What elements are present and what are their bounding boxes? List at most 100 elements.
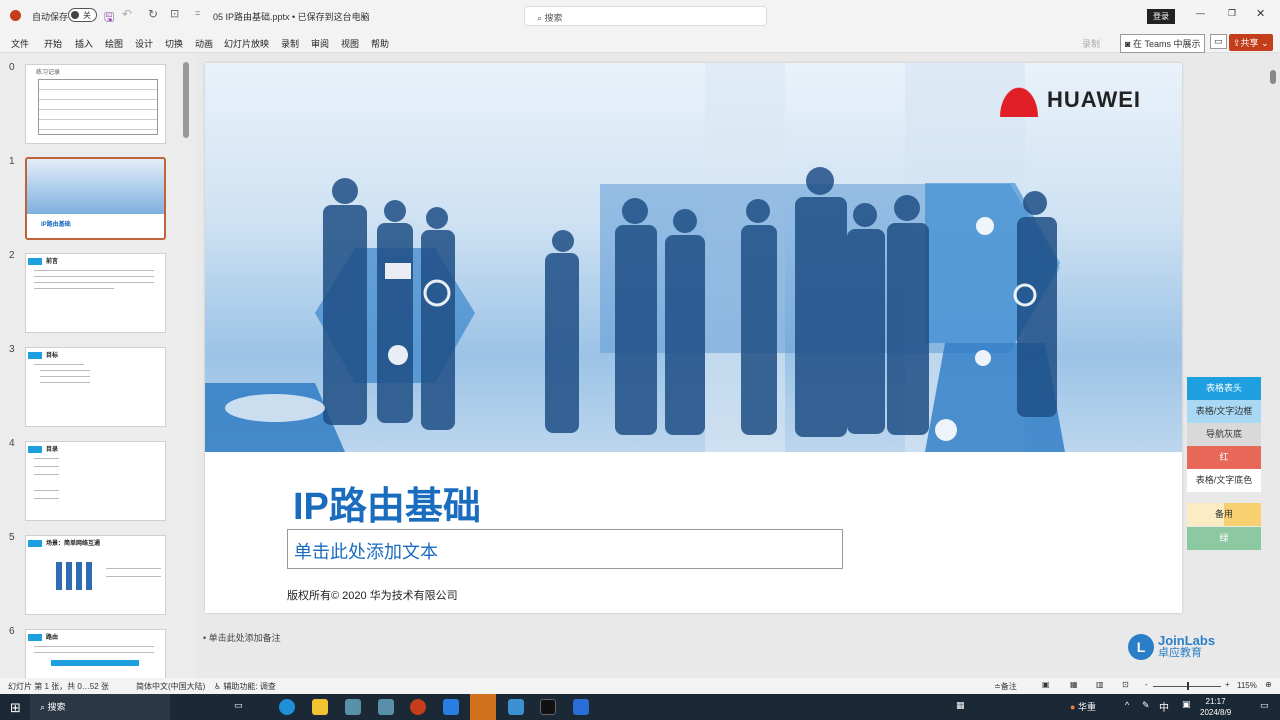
subtitle-placeholder[interactable]: 单击此处添加文本 [287, 529, 843, 569]
watermark-cn: 卓应教育 [1158, 647, 1202, 659]
file-name[interactable]: 05 IP路由基础.pptx • 已保存到这台电脑 [213, 10, 370, 23]
app-icon[interactable] [508, 699, 524, 715]
edge-icon[interactable] [279, 699, 295, 715]
slide-thumbnail-1-selected[interactable]: IP路由基础 [25, 157, 166, 240]
windows-start-icon[interactable]: ⊞ [10, 700, 21, 716]
slide-canvas[interactable]: HUAWEI IP路由基础 单击此处添加文本 版权所有© 2020 华为技术有限… [205, 63, 1182, 613]
close-button[interactable]: ✕ [1256, 7, 1265, 20]
search-placeholder: 搜索 [544, 13, 563, 23]
teams-icon: ◙ [1125, 39, 1131, 49]
share-button[interactable]: ⇪共享 ⌄ [1229, 34, 1273, 51]
slide-thumbnail-3[interactable]: 目标 [25, 347, 166, 427]
tab-insert[interactable]: 插入 [75, 37, 93, 50]
slideshow-view-icon[interactable]: ⊡ [1122, 680, 1129, 689]
tab-review[interactable]: 审阅 [311, 37, 329, 50]
taskbar: ⊞ ⌕ 搜索 ▭ ▦ ● 华重 ^ ✎ 中 ▣ 21:17 2024/8/9 ▭ [0, 694, 1280, 720]
app-icon[interactable] [345, 699, 361, 715]
slide-scrollbar[interactable] [1270, 70, 1276, 84]
search-input[interactable]: ⌕ 搜索 [524, 6, 767, 26]
signin-button[interactable]: 登录 [1147, 9, 1175, 24]
slide-thumbnail-5[interactable]: 场景：简单网络互通 [25, 535, 166, 615]
tray-chevron-icon[interactable]: ^ [1125, 700, 1129, 710]
thumb-title: 目标 [46, 353, 59, 359]
thumb-title: IP路由基础 [41, 222, 71, 228]
tab-view[interactable]: 视图 [341, 37, 359, 50]
zoom-level[interactable]: 115% [1237, 681, 1257, 690]
zoom-slider[interactable]: - + [1145, 680, 1231, 691]
slide-thumbnail-4[interactable]: 目录 [25, 441, 166, 521]
notes-placeholder: 单击此处添加备注 [208, 633, 281, 643]
language-status[interactable]: 简体中文(中国大陆) [136, 681, 205, 692]
autosave-label: 自动保存 [32, 12, 69, 22]
notification-icon[interactable]: ▭ [1260, 700, 1269, 711]
restore-button[interactable]: ❐ [1228, 8, 1236, 19]
swatch-table-fill[interactable]: 表格/文字底色 [1187, 469, 1261, 492]
clock[interactable]: 21:17 2024/8/9 [1200, 696, 1231, 718]
swatch-table-header[interactable]: 表格表头 [1187, 377, 1261, 400]
teams-present-button[interactable]: ◙ 在 Teams 中展示 [1120, 34, 1206, 53]
notes-pane[interactable]: • 单击此处添加备注 [195, 626, 1280, 650]
swatch-table-border[interactable]: 表格/文字边框 [1187, 400, 1261, 423]
undo-icon[interactable]: ↶ [122, 7, 132, 21]
tab-home[interactable]: 开始 [44, 37, 62, 50]
swatch-red[interactable]: 红 [1187, 446, 1261, 469]
tab-record[interactable]: 录制 [281, 37, 299, 50]
chevron-down-icon[interactable]: ⌄ [360, 10, 368, 21]
task-view-icon[interactable]: ▭ [234, 700, 243, 711]
notes-label: 备注 [1000, 682, 1017, 691]
terminal-icon[interactable] [540, 699, 556, 715]
notes-button[interactable]: ≐备注 [994, 681, 1017, 692]
tab-help[interactable]: 帮助 [371, 37, 389, 50]
swatch-spare[interactable]: 备用 [1187, 503, 1261, 526]
app-icon[interactable] [443, 699, 459, 715]
comment-button[interactable]: ▭ [1210, 34, 1227, 49]
redo-icon[interactable]: ↻ [148, 7, 158, 21]
accessibility-status[interactable]: ♿ 辅助功能: 调查 [214, 681, 276, 692]
tab-slideshow[interactable]: 幻灯片放映 [224, 37, 269, 50]
app-icon[interactable] [470, 694, 496, 720]
minimize-button[interactable]: — [1196, 8, 1205, 18]
copyright-text: 版权所有© 2020 华为技术有限公司 [287, 590, 458, 602]
tab-design[interactable]: 设计 [135, 37, 153, 50]
slide-sorter-icon[interactable]: ▦ [1070, 680, 1078, 689]
record-button[interactable]: 录制 [1082, 37, 1100, 50]
customize-icon[interactable]: = [195, 8, 200, 18]
slide-thumbnail-6[interactable]: 路由 [25, 629, 166, 678]
taskbar-search[interactable]: ⌕ 搜索 [30, 694, 170, 720]
slide-thumbnail-2[interactable]: 前言 [25, 253, 166, 333]
slide-thumbnail-0[interactable]: 练习记录 [25, 64, 166, 144]
weather-widget[interactable]: ● 华重 [1070, 700, 1096, 713]
save-icon[interactable]: 🖫 [104, 8, 114, 29]
fit-slide-icon[interactable]: ⊕ [1265, 680, 1272, 689]
swatch-green[interactable]: 绿 [1187, 527, 1261, 550]
powerpoint-taskbar-icon[interactable] [410, 699, 426, 715]
swatch-nav-gray[interactable]: 导航灰底 [1187, 423, 1261, 446]
thumb-number: 2 [9, 250, 15, 261]
thumbnails-scrollbar[interactable] [183, 62, 189, 138]
file-explorer-icon[interactable] [312, 699, 328, 715]
present-icon[interactable]: ⊡ [170, 7, 179, 20]
thumb-title: 路由 [46, 635, 59, 641]
ribbon-tabs: 文件 开始 插入 绘图 设计 切换 动画 幻灯片放映 录制 审阅 视图 帮助 录… [0, 31, 1280, 53]
tab-draw[interactable]: 绘图 [105, 37, 123, 50]
autosave-state: 关 [83, 11, 91, 20]
tab-animations[interactable]: 动画 [195, 37, 213, 50]
slide-title[interactable]: IP路由基础 [293, 475, 481, 530]
normal-view-icon[interactable]: ▣ [1042, 680, 1050, 689]
autosave-toggle[interactable]: 关 [68, 8, 97, 22]
ime-indicator[interactable]: 中 [1159, 699, 1169, 714]
app-icon[interactable] [378, 699, 394, 715]
clock-time: 21:17 [1205, 697, 1226, 706]
pen-icon[interactable]: ✎ [1142, 700, 1150, 711]
ime-mode-icon[interactable]: ▣ [1182, 699, 1191, 710]
tab-file[interactable]: 文件 [11, 37, 29, 50]
share-icon: ⇪ [1233, 38, 1241, 48]
weather-label: 华重 [1077, 702, 1096, 712]
keyboard-icon[interactable]: ▦ [956, 700, 965, 711]
clock-date: 2024/8/9 [1200, 708, 1232, 717]
app-icon[interactable] [573, 699, 589, 715]
taskbar-search-label: 搜索 [47, 702, 66, 712]
tab-transitions[interactable]: 切换 [165, 37, 183, 50]
reading-view-icon[interactable]: ▥ [1096, 680, 1104, 689]
joinlabs-logo-icon: L [1128, 634, 1154, 660]
